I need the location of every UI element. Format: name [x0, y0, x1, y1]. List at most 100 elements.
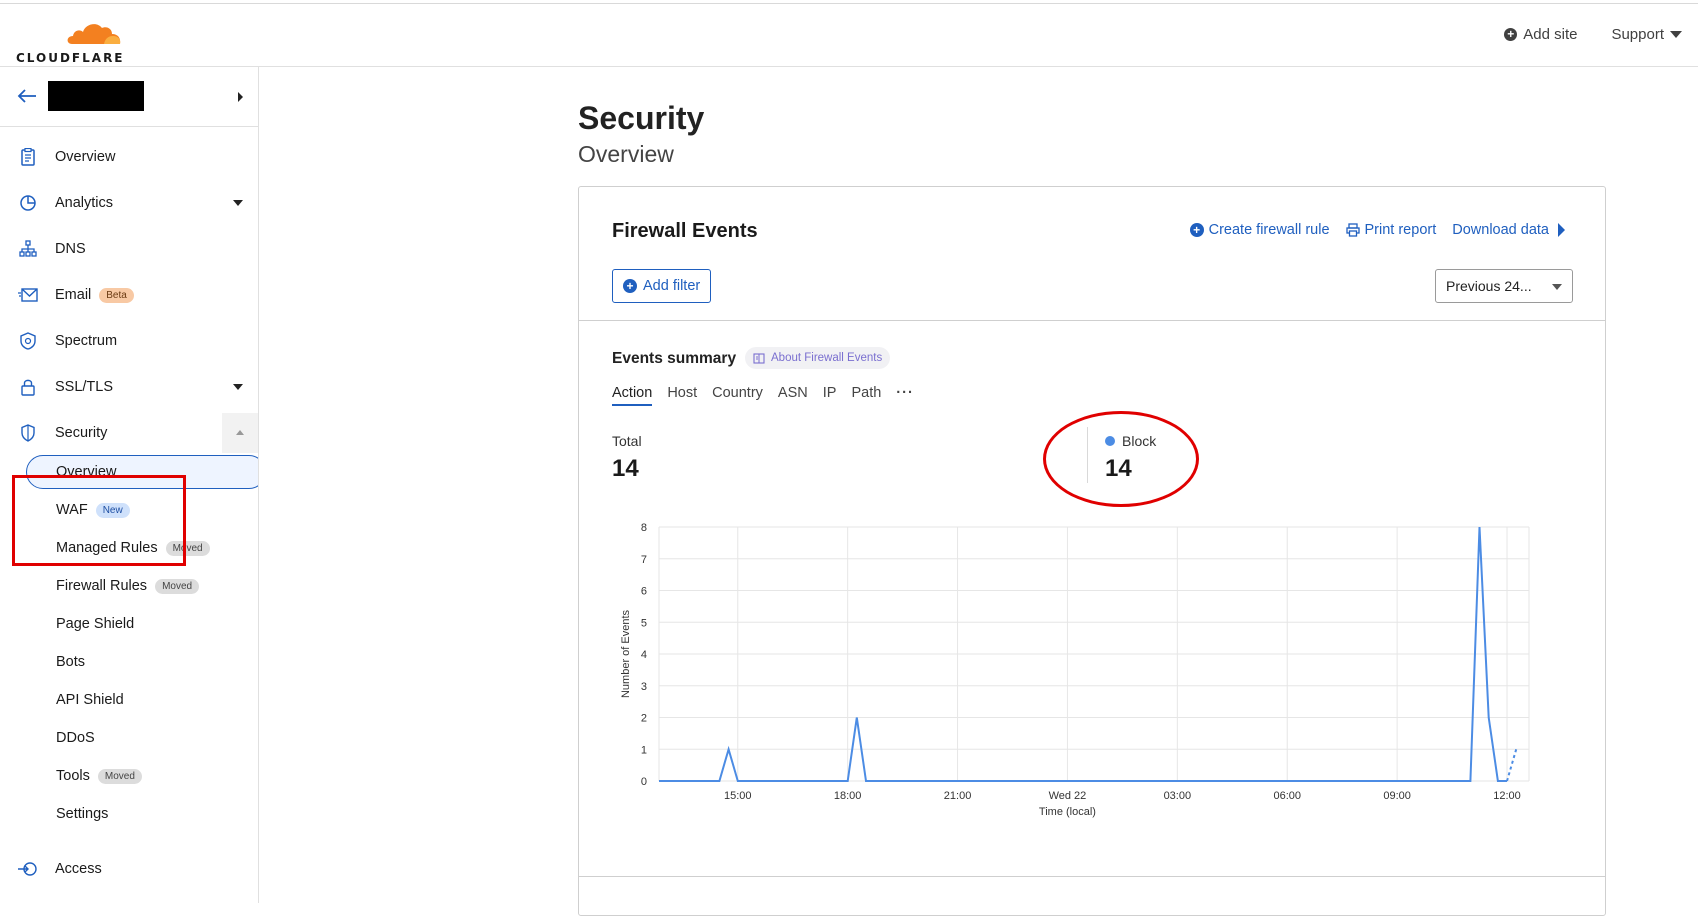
lock-icon	[18, 377, 38, 397]
support-menu[interactable]: Support	[1611, 26, 1682, 43]
tab-host[interactable]: Host	[667, 385, 697, 406]
clipboard-icon	[18, 147, 38, 167]
printer-icon	[1345, 223, 1360, 237]
add-filter-button[interactable]: + Add filter	[612, 269, 712, 303]
x-tick-label: 12:00	[1493, 790, 1521, 802]
top-header: CLOUDFLARE + Add site Support	[0, 4, 1698, 67]
beta-badge: Beta	[99, 287, 134, 303]
block-value: 14	[1105, 455, 1132, 482]
shield-icon	[18, 423, 38, 443]
y-tick-label: 7	[641, 554, 647, 566]
chevron-up-icon	[236, 430, 244, 435]
envelope-icon	[18, 285, 38, 305]
cloudflare-logo[interactable]: CLOUDFLARE	[16, 14, 126, 65]
about-firewall-events-link[interactable]: About Firewall Events	[745, 347, 891, 369]
stat-separator	[1087, 427, 1088, 483]
sidebar-subitem-label: Page Shield	[56, 616, 135, 632]
sidebar-subitem-page-shield[interactable]: Page Shield	[0, 605, 258, 643]
sidebar-item-spectrum[interactable]: Spectrum	[0, 321, 258, 361]
sidebar-subitem-tools[interactable]: Tools Moved	[0, 757, 258, 795]
waf-label-text: WAF	[56, 502, 88, 518]
sidebar-item-label: Access	[55, 861, 102, 877]
tab-path[interactable]: Path	[851, 385, 881, 406]
sidebar-item-label: Email Beta	[55, 287, 134, 303]
sidebar-subitem-managed-rules[interactable]: Managed Rules Moved	[0, 529, 258, 567]
brand-wordmark: CLOUDFLARE	[16, 51, 125, 65]
y-tick-label: 0	[641, 776, 647, 788]
sidebar-subitem-overview[interactable]: Overview	[0, 453, 258, 491]
support-label: Support	[1611, 26, 1664, 43]
add-site-button[interactable]: + Add site	[1504, 26, 1577, 43]
sidebar-item-label: SSL/TLS	[55, 379, 114, 395]
zone-name-redacted[interactable]	[48, 81, 144, 111]
back-arrow-icon[interactable]	[16, 87, 38, 105]
sidebar-item-label: DNS	[55, 241, 86, 257]
sidebar-subitem-label: Overview	[56, 464, 117, 480]
sidebar-subitem-label: API Shield	[56, 692, 124, 708]
chevron-down-icon	[233, 384, 243, 390]
sidebar-item-ssl-tls[interactable]: SSL/TLS	[0, 367, 258, 407]
sidebar-subitem-settings[interactable]: Settings	[0, 795, 258, 833]
y-tick-label: 2	[641, 713, 647, 725]
x-tick-label: 03:00	[1164, 790, 1192, 802]
sidebar-subitem-ddos[interactable]: DDoS	[0, 719, 258, 757]
sidebar-subitem-label: Settings	[56, 806, 109, 822]
caret-right-icon[interactable]	[238, 92, 243, 102]
card-actions: + Create firewall rule Print report Down…	[1189, 222, 1565, 238]
chevron-down-icon	[1670, 31, 1682, 38]
block-legend-dot	[1105, 436, 1115, 446]
y-tick-label: 8	[641, 522, 647, 534]
collapse-security-button[interactable]	[222, 413, 258, 453]
print-report-label: Print report	[1364, 222, 1437, 238]
sidebar-item-overview[interactable]: Overview	[0, 137, 258, 177]
tab-asn[interactable]: ASN	[778, 385, 808, 406]
moved-badge: Moved	[165, 540, 210, 556]
y-tick-label: 4	[641, 649, 647, 661]
sidebar-subitem-label: WAF New	[56, 502, 130, 518]
y-axis-label: Number of Events	[620, 609, 632, 698]
sidebar-item-email[interactable]: Email Beta	[0, 275, 258, 315]
sidebar-item-dns[interactable]: DNS	[0, 229, 258, 269]
time-range-select[interactable]: Previous 24...	[1435, 269, 1573, 303]
card-divider	[579, 320, 1605, 321]
sidebar-subitem-firewall-rules[interactable]: Firewall Rules Moved	[0, 567, 258, 605]
sidebar-subitem-bots[interactable]: Bots	[0, 643, 258, 681]
x-tick-label: 18:00	[834, 790, 862, 802]
card-divider-bottom	[579, 876, 1605, 877]
create-firewall-rule-link[interactable]: + Create firewall rule	[1189, 222, 1330, 238]
x-tick-label: Wed 22	[1049, 790, 1087, 802]
tab-ip[interactable]: IP	[823, 385, 837, 406]
y-tick-label: 1	[641, 744, 647, 756]
sidebar-item-analytics[interactable]: Analytics	[0, 183, 258, 223]
sidebar-item-security[interactable]: Security	[0, 413, 222, 453]
sidebar-subitem-label: Firewall Rules Moved	[56, 578, 200, 594]
tab-action[interactable]: Action	[612, 385, 653, 406]
tab-country[interactable]: Country	[712, 385, 763, 406]
x-tick-label: 21:00	[944, 790, 972, 802]
series-line-partial	[1506, 749, 1518, 782]
plus-circle-icon: +	[623, 279, 637, 293]
y-tick-label: 3	[641, 681, 647, 693]
more-tabs-button[interactable]: ···	[896, 385, 914, 406]
add-site-label: Add site	[1523, 26, 1578, 43]
cloud-icon	[67, 24, 121, 44]
about-firewall-events-label: About Firewall Events	[771, 352, 883, 364]
print-report-link[interactable]: Print report	[1345, 222, 1437, 238]
sidebar-subitem-label: DDoS	[56, 730, 95, 746]
sidebar-subitem-api-shield[interactable]: API Shield	[0, 681, 258, 719]
sidebar-item-label: Overview	[55, 149, 116, 165]
chevron-down-icon	[233, 200, 243, 206]
sidebar-subitem-waf[interactable]: WAF New	[0, 491, 258, 529]
time-range-value: Previous 24...	[1446, 278, 1532, 294]
block-stat-label[interactable]: Block	[1105, 433, 1156, 449]
sidebar-item-access[interactable]: Access	[0, 849, 258, 889]
download-data-label: Download data	[1452, 222, 1549, 238]
block-label-text: Block	[1122, 433, 1157, 449]
sidebar: Overview Analytics DNS Email Beta Spectru…	[0, 67, 259, 903]
pie-chart-icon	[18, 193, 38, 213]
download-data-link[interactable]: Download data	[1452, 222, 1565, 238]
sidebar-item-label: Security	[55, 425, 108, 441]
page-title: Security	[578, 100, 705, 136]
new-badge: New	[95, 502, 130, 518]
chevron-down-icon	[1552, 284, 1562, 290]
